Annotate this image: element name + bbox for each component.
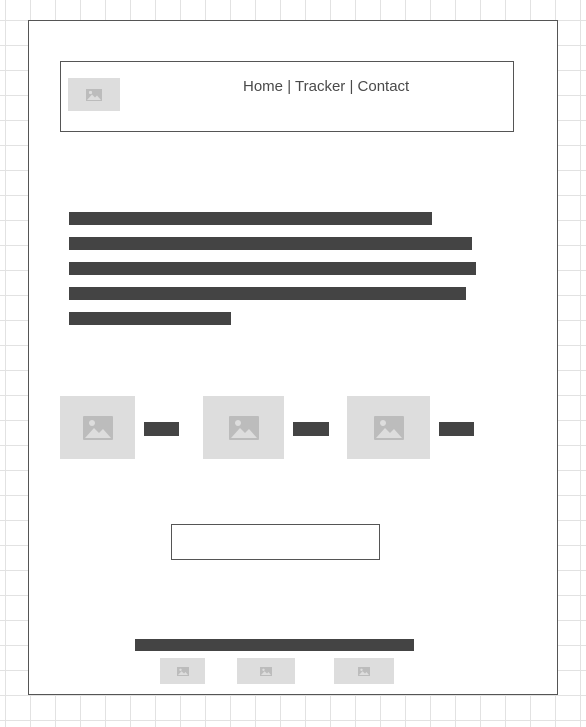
feature-image-placeholder[interactable]	[203, 396, 284, 459]
image-placeholder-icon	[228, 415, 259, 440]
footer-image-placeholder[interactable]	[334, 658, 394, 684]
feature-label-placeholder	[144, 422, 179, 436]
text-line-placeholder	[69, 212, 432, 225]
image-placeholder-icon	[358, 666, 370, 676]
nav-link-tracker[interactable]: Tracker	[295, 78, 345, 95]
footer-image-placeholder[interactable]	[237, 658, 295, 684]
text-line-placeholder	[69, 237, 472, 250]
nav-separator: |	[287, 78, 292, 95]
image-placeholder-icon	[260, 666, 272, 676]
call-to-action-button[interactable]	[171, 524, 380, 560]
feature-image-placeholder[interactable]	[60, 396, 135, 459]
text-line-placeholder	[69, 312, 231, 325]
nav-separator: |	[349, 78, 354, 95]
footer-text-placeholder	[135, 639, 414, 651]
nav-link-home[interactable]: Home	[243, 78, 283, 95]
feature-label-placeholder	[439, 422, 474, 436]
feature-label-placeholder	[293, 422, 329, 436]
top-nav: Home | Tracker | Contact	[243, 78, 409, 96]
image-placeholder-icon	[373, 415, 404, 440]
header	[60, 61, 514, 132]
logo-image-placeholder[interactable]	[68, 78, 120, 111]
text-line-placeholder	[69, 262, 476, 275]
image-placeholder-icon	[86, 88, 102, 101]
footer-image-placeholder[interactable]	[160, 658, 205, 684]
feature-image-placeholder[interactable]	[347, 396, 430, 459]
image-placeholder-icon	[82, 415, 113, 440]
nav-link-contact[interactable]: Contact	[358, 78, 410, 95]
image-placeholder-icon	[176, 666, 189, 676]
text-line-placeholder	[69, 287, 466, 300]
